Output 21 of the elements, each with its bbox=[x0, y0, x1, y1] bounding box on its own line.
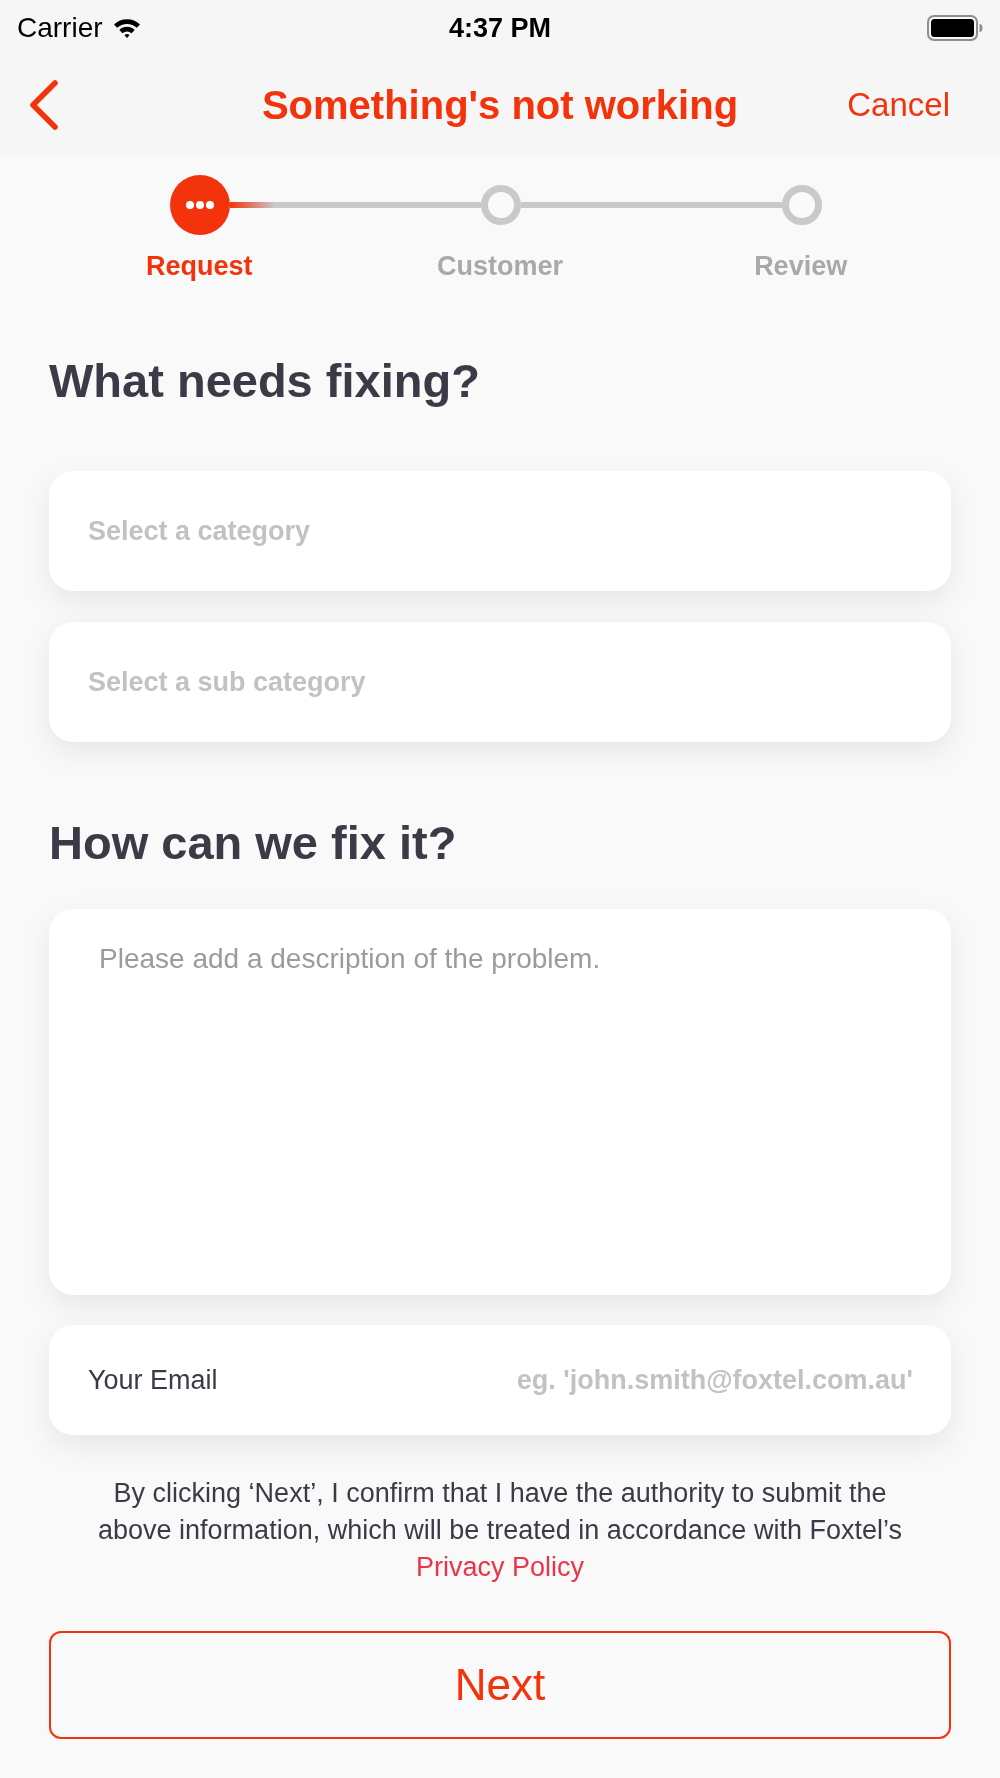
carrier-text: Carrier bbox=[17, 11, 103, 44]
description-field[interactable]: Please add a description of the problem. bbox=[49, 909, 951, 1295]
email-label: Your Email bbox=[88, 1364, 218, 1396]
category-select[interactable]: Select a sub category bbox=[49, 622, 951, 742]
step-label: Customer bbox=[436, 250, 563, 282]
step-label: Request bbox=[146, 250, 253, 282]
next-button[interactable]: Next bbox=[49, 1631, 951, 1739]
status-time: 4:37 PM bbox=[448, 11, 551, 44]
chevron-left-icon bbox=[28, 80, 60, 130]
category-select[interactable]: Select a category bbox=[49, 471, 951, 591]
back-button[interactable] bbox=[28, 80, 60, 130]
section-heading: What needs fixing? bbox=[49, 355, 481, 407]
wifi-icon bbox=[112, 16, 141, 39]
cancel-button[interactable]: Cancel bbox=[847, 85, 950, 125]
step-label: Review bbox=[754, 250, 848, 282]
section-heading: How can we fix it? bbox=[49, 817, 458, 869]
screen-title: Something's not working bbox=[261, 82, 739, 129]
battery-icon bbox=[927, 14, 983, 41]
privacy-policy-link[interactable]: Privacy Policy bbox=[415, 1552, 584, 1582]
email-field[interactable]: eg. 'john.smith@foxtel.com.au' bbox=[237, 1364, 913, 1396]
consent-text: By clicking ‘Next’, I confirm that I have the authority to submit the above information, which will be treated in accordance with Foxtel’s Privacy Policy bbox=[97, 1477, 903, 1584]
